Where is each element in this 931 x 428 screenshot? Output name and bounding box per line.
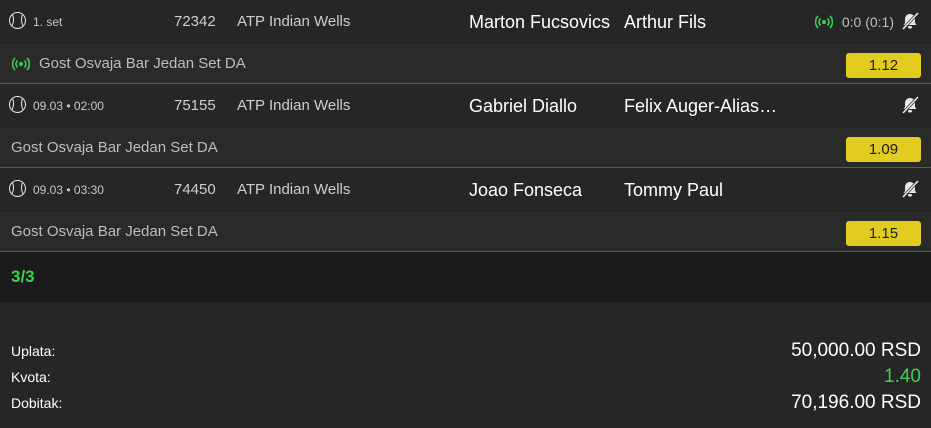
bet-label: Gost Osvaja Bar Jedan Set DA [11,139,218,156]
live-score: 0:0 (0:1) [841,14,894,30]
ticket-summary: Uplata: 50,000.00 RSD Kvota: 1.40 Dobita… [0,302,931,421]
odd-badge[interactable]: 1.12 [846,53,921,78]
match-header[interactable]: 09.03 • 03:30 74450 ATP Indian Wells Joa… [0,168,931,213]
odd-badge[interactable]: 1.15 [846,221,921,246]
odds-value: 1.40 [884,366,921,387]
live-broadcast-icon [12,57,30,71]
win-value: 70,196.00 RSD [791,392,921,413]
match-header[interactable]: 1. set 72342 ATP Indian Wells Marton Fuc… [0,0,931,45]
match-header[interactable]: 09.03 • 02:00 75155 ATP Indian Wells Gab… [0,84,931,129]
league-name: ATP Indian Wells [237,13,351,30]
bell-off-icon[interactable] [900,179,920,199]
tennis-ball-icon [9,12,26,29]
tennis-ball-icon [9,180,26,197]
bet-label: Gost Osvaja Bar Jedan Set DA [39,55,246,72]
match-time: 1. set [33,15,63,29]
match-code: 72342 [174,13,216,30]
home-player: Joao Fonseca [469,180,583,200]
match-time: 09.03 • 03:30 [33,183,104,197]
stake-label: Uplata: [11,343,56,359]
match-code: 75155 [174,97,216,114]
match-count: 3/3 [11,267,35,286]
win-label: Dobitak: [11,395,63,411]
odds-label: Kvota: [11,369,51,385]
away-player: Tommy Paul [624,180,724,200]
odd-badge[interactable]: 1.09 [846,137,921,162]
tennis-ball-icon [9,96,26,113]
bell-off-icon[interactable] [900,95,920,115]
match-3: 09.03 • 03:30 74450 ATP Indian Wells Joa… [0,168,931,252]
match-1: 1. set 72342 ATP Indian Wells Marton Fuc… [0,0,931,84]
live-broadcast-icon [815,15,833,29]
match-time: 09.03 • 02:00 [33,99,104,113]
home-player: Marton Fucsovics [469,12,611,32]
bet-row: Gost Osvaja Bar Jedan Set DA 1.09 [0,129,931,168]
match-code: 74450 [174,181,216,198]
league-name: ATP Indian Wells [237,97,351,114]
bet-row: Gost Osvaja Bar Jedan Set DA 1.12 [0,45,931,84]
match-2: 09.03 • 02:00 75155 ATP Indian Wells Gab… [0,84,931,168]
away-player: Felix Auger-Aliassime [624,96,784,116]
stake-value: 50,000.00 RSD [791,340,921,361]
bet-label: Gost Osvaja Bar Jedan Set DA [11,223,218,240]
away-player: Arthur Fils [624,12,707,32]
home-player: Gabriel Diallo [469,96,578,116]
bell-off-icon[interactable] [900,11,920,31]
match-count-bar: 3/3 [0,252,931,302]
bet-row: Gost Osvaja Bar Jedan Set DA 1.15 [0,213,931,252]
league-name: ATP Indian Wells [237,181,351,198]
